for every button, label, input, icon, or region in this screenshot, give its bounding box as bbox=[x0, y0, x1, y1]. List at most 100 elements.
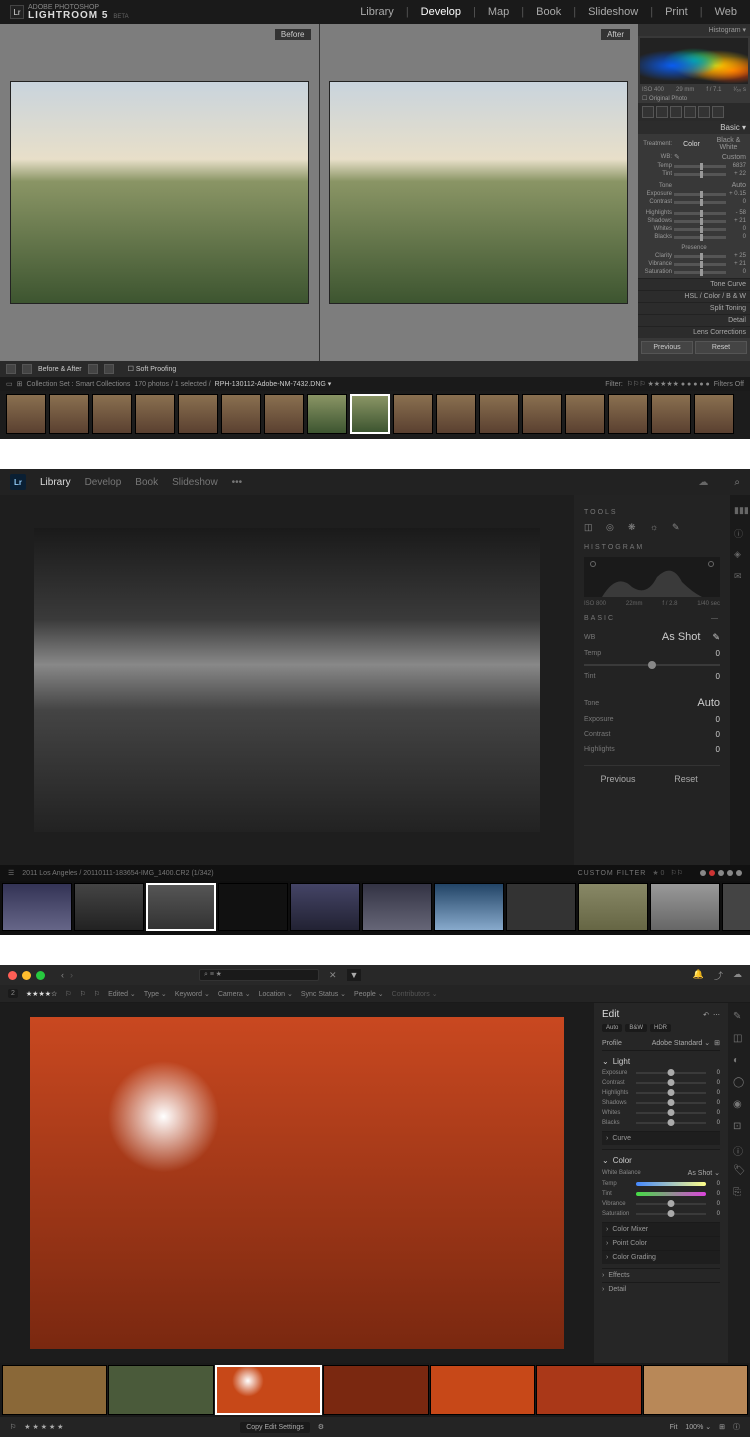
reset-button[interactable]: Reset bbox=[652, 766, 720, 792]
filmstrip-thumb[interactable] bbox=[479, 394, 519, 434]
detail-section[interactable]: Detail bbox=[638, 314, 750, 326]
compare-view-icon[interactable] bbox=[22, 364, 32, 374]
module-map[interactable]: Map bbox=[485, 6, 512, 18]
module-web[interactable]: Web bbox=[712, 6, 740, 18]
filmstrip-thumb[interactable] bbox=[6, 394, 46, 434]
filmstrip[interactable] bbox=[0, 881, 750, 935]
custom-filter-label[interactable]: CUSTOM FILTER bbox=[578, 870, 647, 877]
filmstrip-thumb[interactable] bbox=[362, 883, 432, 931]
browse-profiles-icon[interactable]: ⊞ bbox=[714, 1039, 720, 1047]
filmstrip-thumb[interactable] bbox=[350, 394, 390, 434]
grad-tool-icon[interactable] bbox=[684, 106, 696, 118]
filter-camera[interactable]: Camera ⌄ bbox=[218, 990, 251, 998]
original-photo-checkbox[interactable]: ☐ Original Photo bbox=[638, 94, 750, 103]
profile-dropdown[interactable]: Adobe Standard ⌄ bbox=[652, 1039, 710, 1047]
filmstrip-thumb[interactable] bbox=[146, 883, 216, 931]
flag-icon[interactable]: ⚐ bbox=[94, 990, 100, 998]
color-grading-row[interactable]: Color Grading bbox=[602, 1250, 720, 1264]
temp-slider[interactable] bbox=[674, 165, 726, 168]
comment-icon[interactable]: ✉ bbox=[734, 571, 746, 583]
heal-tool-icon[interactable]: ❋ bbox=[628, 522, 642, 536]
color-dot[interactable] bbox=[727, 870, 733, 876]
info-toggle-icon[interactable]: ⓘ bbox=[733, 1422, 740, 1432]
clip-left-icon[interactable] bbox=[590, 561, 596, 567]
search-icon[interactable]: ⌕ bbox=[734, 477, 740, 488]
basic-header[interactable]: Basic ▾ bbox=[638, 121, 750, 134]
color-dot[interactable] bbox=[691, 870, 697, 876]
filmstrip-thumb[interactable] bbox=[307, 394, 347, 434]
grid-icon[interactable]: ⊞ bbox=[719, 1423, 725, 1431]
filmstrip-thumb[interactable] bbox=[578, 883, 648, 931]
blacks-slider[interactable] bbox=[674, 236, 726, 239]
forward-icon[interactable]: › bbox=[70, 970, 73, 980]
highlights-slider[interactable] bbox=[636, 1092, 706, 1094]
minimize-icon[interactable] bbox=[22, 971, 31, 980]
saturation-slider[interactable] bbox=[674, 271, 726, 274]
temp-slider[interactable] bbox=[584, 664, 720, 666]
color-dot[interactable] bbox=[709, 870, 715, 876]
wb-dropdown[interactable]: Custom bbox=[684, 154, 746, 161]
module-book[interactable]: Book bbox=[135, 477, 158, 488]
filmstrip-thumb[interactable] bbox=[264, 394, 304, 434]
module-slideshow[interactable]: Slideshow bbox=[172, 477, 218, 488]
curve-row[interactable]: Curve bbox=[602, 1131, 720, 1145]
filmstrip-thumb[interactable] bbox=[2, 1365, 107, 1415]
hsl-section[interactable]: HSL / Color / B & W bbox=[638, 290, 750, 302]
effects-section[interactable]: Effects bbox=[602, 1268, 720, 1282]
shadows-slider[interactable] bbox=[674, 220, 726, 223]
rating-stars[interactable]: ★ ★ ★ ★ ★ bbox=[24, 1423, 63, 1431]
filmstrip-thumb[interactable] bbox=[434, 883, 504, 931]
bell-icon[interactable]: 🔔 bbox=[693, 969, 704, 982]
filmstrip-thumb[interactable] bbox=[722, 883, 750, 931]
light-section-header[interactable]: Light bbox=[602, 1055, 720, 1068]
before-pane[interactable]: Before bbox=[0, 24, 319, 361]
filmstrip-thumb[interactable] bbox=[178, 394, 218, 434]
tag-icon[interactable]: ◈ bbox=[734, 549, 746, 561]
preview-canvas[interactable] bbox=[0, 1003, 594, 1363]
soft-proofing-checkbox[interactable]: Soft Proofing bbox=[136, 366, 176, 373]
exposure-slider[interactable] bbox=[636, 1072, 706, 1074]
star-filter[interactable]: ★ 0 bbox=[652, 869, 664, 877]
filter-clear-icon[interactable]: ✕ bbox=[329, 970, 337, 981]
hdr-button[interactable]: HDR bbox=[650, 1024, 671, 1032]
view-mode-label[interactable]: Before & After bbox=[38, 366, 82, 373]
module-develop[interactable]: Develop bbox=[85, 477, 122, 488]
tint-slider[interactable] bbox=[674, 173, 726, 176]
filter-location[interactable]: Location ⌄ bbox=[259, 990, 293, 998]
spot-tool-icon[interactable] bbox=[656, 106, 668, 118]
eyedropper-icon[interactable]: ✎ bbox=[674, 153, 682, 161]
temp-slider[interactable] bbox=[636, 1182, 706, 1186]
filmstrip[interactable] bbox=[0, 391, 750, 439]
crop-icon[interactable]: ◫ bbox=[733, 1033, 745, 1045]
detail-section[interactable]: Detail bbox=[602, 1282, 720, 1296]
module-book[interactable]: Book bbox=[533, 6, 564, 18]
contrast-slider[interactable] bbox=[636, 1082, 706, 1084]
filmstrip[interactable] bbox=[0, 1363, 750, 1417]
brush-tool-icon[interactable]: ✎ bbox=[672, 522, 686, 536]
bw-button[interactable]: B&W bbox=[625, 1024, 647, 1032]
filmstrip-thumb[interactable] bbox=[650, 883, 720, 931]
color-section-header[interactable]: Color bbox=[602, 1154, 720, 1167]
filmstrip-thumb[interactable] bbox=[290, 883, 360, 931]
collapse-icon[interactable]: — bbox=[711, 615, 720, 622]
flag-icon[interactable]: ⚐ bbox=[677, 869, 683, 877]
heal-icon[interactable]: ◐ bbox=[733, 1055, 745, 1067]
filter-flags[interactable]: ⚐⚐⚐ ★★★★★ ● ● ● ● ● bbox=[627, 380, 710, 388]
module-print[interactable]: Print bbox=[662, 6, 691, 18]
grid-icon[interactable]: ⊞ bbox=[17, 380, 23, 388]
search-input[interactable]: ⌕ ≡ ★ bbox=[199, 969, 319, 981]
undo-icon[interactable]: ↶ bbox=[703, 1011, 709, 1019]
cloud-icon[interactable]: ☁ bbox=[698, 477, 708, 488]
previous-button[interactable]: Previous bbox=[584, 766, 652, 792]
bars-icon[interactable]: ▮▮▮ bbox=[734, 505, 746, 517]
wb-dropdown[interactable]: As Shot ⌄ bbox=[688, 1169, 720, 1177]
filmstrip-thumb[interactable] bbox=[506, 883, 576, 931]
flag-icon[interactable]: ⚐ bbox=[80, 990, 86, 998]
crop-tool-icon[interactable]: ◫ bbox=[584, 522, 598, 536]
filmstrip-thumb[interactable] bbox=[436, 394, 476, 434]
copy-settings-button[interactable]: Copy Edit Settings bbox=[240, 1422, 310, 1433]
whites-slider[interactable] bbox=[674, 228, 726, 231]
filter-sync[interactable]: Sync Status ⌄ bbox=[301, 990, 346, 998]
vibrance-slider[interactable] bbox=[674, 263, 726, 266]
copy-icon[interactable] bbox=[104, 364, 114, 374]
